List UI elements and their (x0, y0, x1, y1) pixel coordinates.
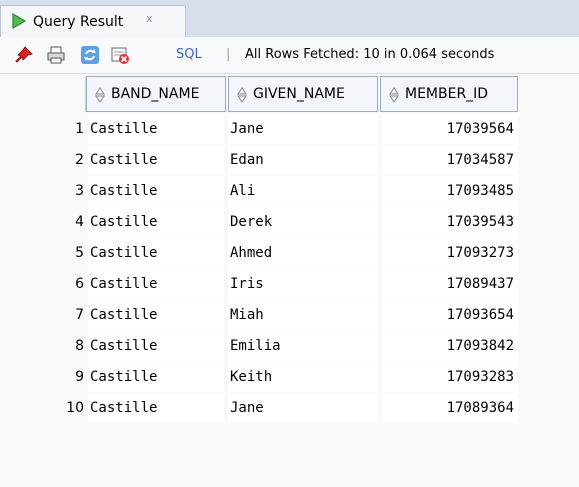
column-header-given-name[interactable]: GIVEN_NAME (228, 76, 378, 112)
table-row[interactable]: 5 Castille Ahmed 17093273 (0, 238, 579, 268)
column-header-label: MEMBER_ID (405, 86, 489, 102)
member-id-cell[interactable]: 17093273 (382, 238, 518, 268)
column-header-label: GIVEN_NAME (253, 86, 345, 102)
row-number: 1 (75, 121, 84, 137)
member-id-cell[interactable]: 17093842 (382, 331, 518, 361)
row-number: 6 (75, 276, 84, 292)
band-name-cell[interactable]: Castille (88, 176, 224, 206)
sort-icon (237, 87, 247, 103)
table-row[interactable]: 7 Castille Miah 17093654 (0, 300, 579, 330)
table-row[interactable]: 2 Castille Edan 17034587 (0, 145, 579, 175)
given-name-cell[interactable]: Edan (228, 145, 378, 175)
table-row[interactable]: 9 Castille Keith 17093283 (0, 362, 579, 392)
tab-title: Query Result (33, 14, 124, 30)
tab-query-result[interactable]: Query Result x (0, 5, 186, 37)
band-name-cell[interactable]: Castille (88, 393, 224, 423)
print-icon[interactable] (46, 45, 66, 65)
table-row[interactable]: 3 Castille Ali 17093485 (0, 176, 579, 206)
band-name-cell[interactable]: Castille (88, 145, 224, 175)
member-id-cell[interactable]: 17093283 (382, 362, 518, 392)
member-id-cell[interactable]: 17034587 (382, 145, 518, 175)
band-name-cell[interactable]: Castille (88, 269, 224, 299)
run-icon (12, 12, 27, 30)
given-name-cell[interactable]: Miah (228, 300, 378, 330)
row-number: 7 (75, 307, 84, 323)
band-name-cell[interactable]: Castille (88, 362, 224, 392)
given-name-cell[interactable]: Derek (228, 207, 378, 237)
row-number: 9 (75, 369, 84, 385)
band-name-cell[interactable]: Castille (88, 300, 224, 330)
band-name-cell[interactable]: Castille (88, 207, 224, 237)
member-id-cell[interactable]: 17093485 (382, 176, 518, 206)
table-row[interactable]: 1 Castille Jane 17039564 (0, 114, 579, 144)
given-name-cell[interactable]: Emilia (228, 331, 378, 361)
header-row: BAND_NAME GIVEN_NAME MEMBER_ID (0, 76, 579, 112)
toolbar-separator: | (226, 47, 231, 62)
given-name-cell[interactable]: Ali (228, 176, 378, 206)
given-name-cell[interactable]: Jane (228, 114, 378, 144)
band-name-cell[interactable]: Castille (88, 238, 224, 268)
sort-icon (389, 87, 399, 103)
fetch-status: All Rows Fetched: 10 in 0.064 seconds (245, 47, 495, 62)
row-number: 4 (75, 214, 84, 230)
given-name-cell[interactable]: Jane (228, 393, 378, 423)
tab-bar: Query Result x (0, 0, 579, 37)
member-id-cell[interactable]: 17089364 (382, 393, 518, 423)
column-header-member-id[interactable]: MEMBER_ID (380, 76, 518, 112)
row-number: 5 (75, 245, 84, 261)
table-row[interactable]: 8 Castille Emilia 17093842 (0, 331, 579, 361)
row-number: 8 (75, 338, 84, 354)
table-row[interactable]: 6 Castille Iris 17089437 (0, 269, 579, 299)
sort-icon (95, 87, 105, 103)
pin-icon[interactable] (14, 45, 34, 65)
table-row[interactable]: 4 Castille Derek 17039543 (0, 207, 579, 237)
result-toolbar: SQL | All Rows Fetched: 10 in 0.064 seco… (0, 37, 579, 74)
band-name-cell[interactable]: Castille (88, 331, 224, 361)
close-icon[interactable]: x (146, 12, 153, 25)
member-id-cell[interactable]: 17039564 (382, 114, 518, 144)
table-row[interactable]: 10 Castille Jane 17089364 (0, 393, 579, 423)
member-id-cell[interactable]: 17089437 (382, 269, 518, 299)
row-number: 10 (66, 400, 84, 416)
given-name-cell[interactable]: Iris (228, 269, 378, 299)
refresh-icon[interactable] (80, 45, 100, 65)
row-number-header (0, 76, 86, 112)
given-name-cell[interactable]: Ahmed (228, 238, 378, 268)
member-id-cell[interactable]: 17039543 (382, 207, 518, 237)
column-header-band-name[interactable]: BAND_NAME (86, 76, 226, 112)
given-name-cell[interactable]: Keith (228, 362, 378, 392)
sql-button[interactable]: SQL (176, 47, 202, 62)
result-grid: BAND_NAME GIVEN_NAME MEMBER_ID 1 Castill… (0, 74, 579, 487)
column-header-label: BAND_NAME (111, 86, 200, 102)
row-number: 2 (75, 152, 84, 168)
row-number: 3 (75, 183, 84, 199)
band-name-cell[interactable]: Castille (88, 114, 224, 144)
member-id-cell[interactable]: 17093654 (382, 300, 518, 330)
delete-icon[interactable] (110, 45, 130, 65)
